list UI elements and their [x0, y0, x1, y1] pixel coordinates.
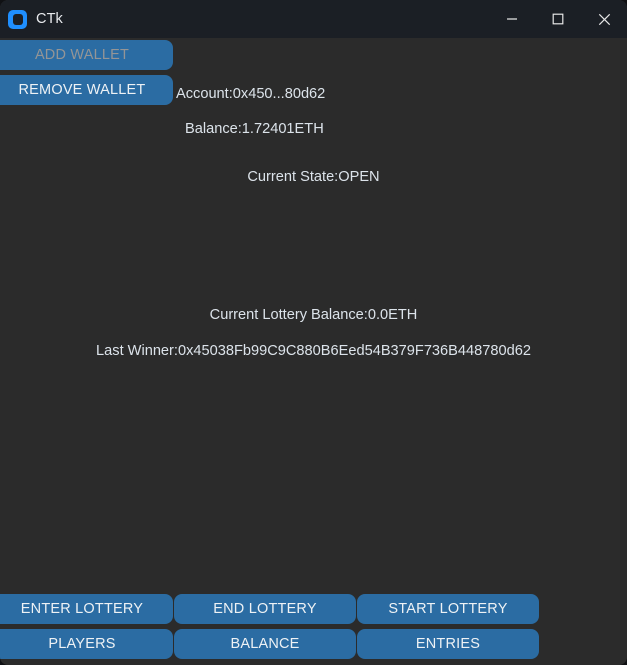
app-logo-icon [8, 9, 27, 29]
main-content: ADD WALLET REMOVE WALLET Account:0x450..… [0, 38, 627, 665]
balance-button[interactable]: BALANCE [174, 629, 356, 659]
add-wallet-button[interactable]: ADD WALLET [0, 40, 173, 70]
players-button[interactable]: PLAYERS [0, 629, 173, 659]
start-lottery-button[interactable]: START LOTTERY [357, 594, 539, 624]
current-state-label: Current State:OPEN [247, 169, 380, 185]
account-label: Account:0x450...80d62 [176, 86, 326, 102]
minimize-icon [507, 18, 517, 20]
enter-lottery-button[interactable]: ENTER LOTTERY [0, 594, 173, 624]
wallet-balance-label: Balance:1.72401ETH [185, 121, 324, 137]
application-window: CTk ADD WALLET REMOVE WALLET Account:0x4… [0, 0, 627, 665]
maximize-icon [552, 13, 564, 25]
window-title: CTk [36, 11, 63, 27]
entries-button[interactable]: ENTRIES [357, 629, 539, 659]
close-button[interactable] [581, 0, 627, 38]
end-lottery-button[interactable]: END LOTTERY [174, 594, 356, 624]
maximize-button[interactable] [535, 0, 581, 38]
close-icon [598, 13, 610, 25]
remove-wallet-button[interactable]: REMOVE WALLET [0, 75, 173, 105]
minimize-button[interactable] [489, 0, 535, 38]
lottery-balance-label: Current Lottery Balance:0.0ETH [209, 307, 418, 323]
last-winner-label: Last Winner:0x45038Fb99C9C880B6Eed54B379… [96, 343, 531, 359]
window-controls [489, 0, 627, 38]
action-button-grid: ENTER LOTTERY END LOTTERY START LOTTERY PLA… [0, 594, 539, 659]
title-bar: CTk [0, 0, 627, 38]
